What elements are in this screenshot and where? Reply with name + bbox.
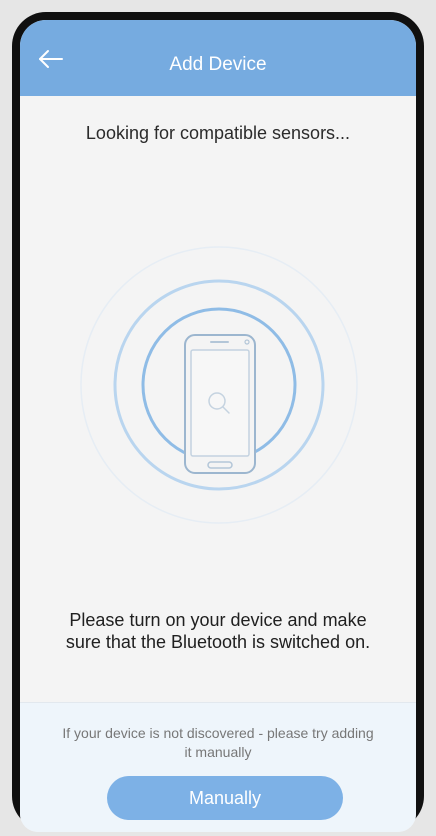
- page-title: Add Device: [169, 54, 267, 75]
- app-screen: Add Device Looking for compatible sensor…: [20, 20, 416, 832]
- manual-add-hint: If your device is not discovered - pleas…: [62, 725, 374, 760]
- top-bar: Add Device: [20, 20, 416, 96]
- search-status-text: Looking for compatible sensors...: [85, 123, 351, 143]
- manually-button[interactable]: Manually: [107, 776, 343, 820]
- bluetooth-instructions: Please turn on your device and make sure…: [65, 610, 371, 652]
- phone-icon: [184, 334, 256, 474]
- bluetooth-search-illustration: [80, 246, 358, 524]
- footer-panel: If your device is not discovered - pleas…: [20, 702, 416, 832]
